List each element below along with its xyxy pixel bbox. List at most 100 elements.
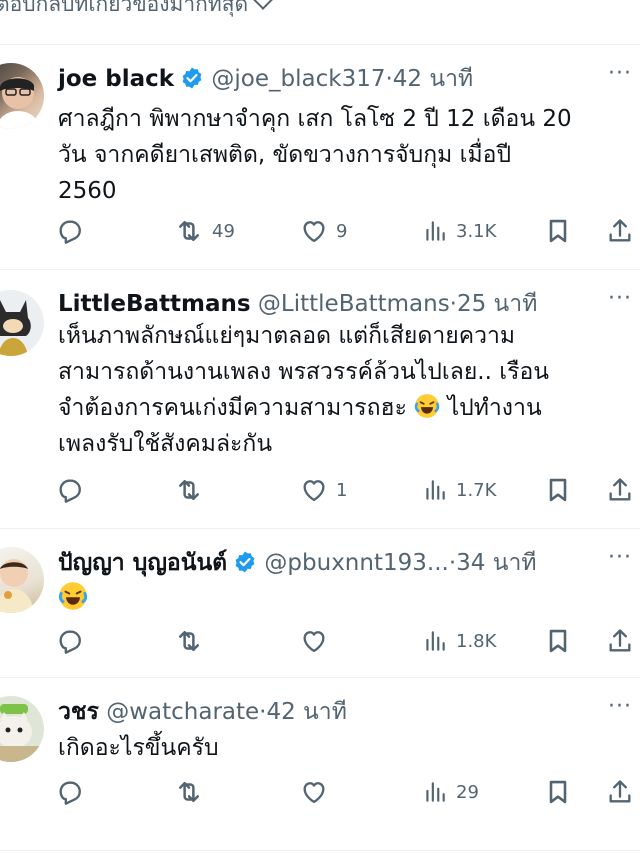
reply-icon xyxy=(59,630,81,654)
like-icon xyxy=(303,480,325,502)
like-count: 1 xyxy=(336,479,348,501)
post-text: เห็นภาพลักษณ์แย่ๆมาตลอด แต่ก็เสียดายความ… xyxy=(58,318,628,462)
separator-dot: · xyxy=(385,66,393,92)
share-icon xyxy=(609,780,631,803)
repost-button[interactable] xyxy=(174,474,212,506)
views-button[interactable]: 3.1K xyxy=(422,215,496,247)
post-text-line: เห็นภาพลักษณ์แย่ๆมาตลอด แต่ก็เสียดายความ xyxy=(58,323,516,349)
author-handle[interactable]: @pbuxnnt193... xyxy=(264,550,448,576)
separator-dot: · xyxy=(449,291,457,317)
reply-icon xyxy=(59,220,81,244)
like-button[interactable] xyxy=(300,625,336,657)
repost-icon xyxy=(179,782,199,802)
author-handle[interactable]: @joe_black317 xyxy=(211,66,385,92)
views-count: 1.7K xyxy=(456,479,497,501)
views-count: 3.1K xyxy=(456,220,497,242)
repost-button[interactable] xyxy=(174,776,212,808)
post-text-line: สามารถด้านงานเพลง พรสวรรค์ล้วนไปเลย.. เร… xyxy=(58,359,549,385)
reply-button[interactable] xyxy=(56,625,92,657)
author-name[interactable]: LittleBattmans xyxy=(58,291,251,317)
reply-post[interactable]: วชร @watcharate·42 นาที ··· เกิดอะไรขึ้น… xyxy=(0,678,640,851)
like-icon xyxy=(303,631,325,653)
views-button[interactable]: 1.8K xyxy=(422,625,496,657)
face-with-tears-of-joy-emoji xyxy=(414,393,441,419)
post-text-segment: ไปทำงาน xyxy=(447,395,542,421)
reply-icon xyxy=(59,781,81,805)
bookmark-icon xyxy=(549,629,567,653)
avatar[interactable] xyxy=(0,63,44,129)
views-count: 1.8K xyxy=(456,630,497,652)
bookmark-button[interactable] xyxy=(544,625,572,657)
like-button[interactable]: 9 xyxy=(300,215,347,247)
post-text-line-with-emoji: จำต้องการคนเก่งมีความสามารถฮะ ไปทำงาน xyxy=(58,390,628,426)
views-count: 29 xyxy=(456,781,479,803)
author-handle[interactable]: @watcharate xyxy=(106,699,259,725)
repost-count: 49 xyxy=(212,220,235,242)
post-actions: 29 xyxy=(56,776,636,808)
post-text: เกิดอะไรขึ้นครับ xyxy=(58,730,628,766)
share-icon xyxy=(609,478,631,501)
post-actions: 49 9 3.1K xyxy=(56,215,636,247)
bookmark-icon xyxy=(549,478,567,502)
avatar[interactable] xyxy=(0,290,44,356)
reply-post[interactable]: ปัญญา บุญอนันต์ @pbuxnnt193...·34 นาที ·… xyxy=(0,529,640,678)
share-button[interactable] xyxy=(606,625,634,657)
share-icon xyxy=(609,629,631,652)
like-button[interactable]: 1 xyxy=(300,474,347,506)
views-button[interactable]: 29 xyxy=(422,776,479,808)
avatar[interactable] xyxy=(0,547,44,613)
post-text-line: เกิดอะไรขึ้นครับ xyxy=(58,735,219,761)
like-button[interactable] xyxy=(300,776,336,808)
author-name[interactable]: วชร xyxy=(58,699,99,725)
post-time[interactable]: 42 นาที xyxy=(393,66,473,92)
like-count: 9 xyxy=(336,220,348,242)
reply-post[interactable]: LittleBattmans @LittleBattmans·25 นาที ·… xyxy=(0,270,640,529)
post-text-line: ศาลฎีกา พิพากษาจำคุก เสก โลโซ 2 ปี 12 เด… xyxy=(58,106,572,132)
more-options-icon[interactable]: ··· xyxy=(608,61,632,86)
reply-button[interactable] xyxy=(56,215,92,247)
replies-sort-header[interactable]: ตอบกลับที่เกี่ยวข้องมากที่สุด xyxy=(0,0,640,45)
reply-button[interactable] xyxy=(56,776,92,808)
more-options-icon[interactable]: ··· xyxy=(608,286,632,311)
bookmark-icon xyxy=(549,780,567,804)
author-handle[interactable]: @LittleBattmans xyxy=(258,291,450,317)
views-icon xyxy=(426,480,445,500)
like-icon xyxy=(303,782,325,804)
views-icon xyxy=(426,782,445,802)
repost-icon xyxy=(179,631,199,651)
post-text: ศาลฎีกา พิพากษาจำคุก เสก โลโซ 2 ปี 12 เด… xyxy=(58,101,628,209)
post-text-segment: จำต้องการคนเก่งมีความสามารถฮะ xyxy=(58,395,407,421)
more-options-icon[interactable]: ··· xyxy=(608,694,632,719)
views-button[interactable]: 1.7K xyxy=(422,474,496,506)
chevron-down-icon[interactable] xyxy=(253,0,274,10)
bookmark-icon xyxy=(549,219,567,243)
share-icon xyxy=(609,219,631,242)
verified-badge-icon[interactable] xyxy=(180,66,204,90)
post-text xyxy=(57,580,628,622)
repost-button[interactable] xyxy=(174,625,212,657)
views-icon xyxy=(426,631,445,651)
verified-badge-icon[interactable] xyxy=(233,550,257,574)
reply-button[interactable] xyxy=(56,474,92,506)
avatar[interactable] xyxy=(0,696,44,762)
share-button[interactable] xyxy=(606,776,634,808)
repost-icon xyxy=(179,221,199,241)
repost-icon xyxy=(179,480,199,500)
post-time[interactable]: 34 นาที xyxy=(456,550,536,576)
post-text-line: วัน จากคดียาเสพติด, ขัดขวางการจับกุม เมื… xyxy=(58,142,512,168)
author-name[interactable]: ปัญญา บุญอนันต์ xyxy=(58,550,227,576)
post-text-line: เพลงรับใช้สังคมล่ะกัน xyxy=(58,431,273,457)
bookmark-button[interactable] xyxy=(544,474,572,506)
post-actions: 1 1.7K xyxy=(56,474,636,506)
share-button[interactable] xyxy=(606,474,634,506)
more-options-icon[interactable]: ··· xyxy=(608,545,632,570)
bookmark-button[interactable] xyxy=(544,215,572,247)
like-icon xyxy=(303,221,325,243)
author-name[interactable]: joe black xyxy=(58,66,174,92)
post-time[interactable]: 42 นาที xyxy=(266,699,346,725)
post-time[interactable]: 25 นาที xyxy=(457,291,537,317)
repost-button[interactable]: 49 xyxy=(174,215,235,247)
bookmark-button[interactable] xyxy=(544,776,572,808)
share-button[interactable] xyxy=(606,215,634,247)
reply-post[interactable]: joe black @joe_black317·42 นาที ··· ศาลฎ… xyxy=(0,45,640,270)
